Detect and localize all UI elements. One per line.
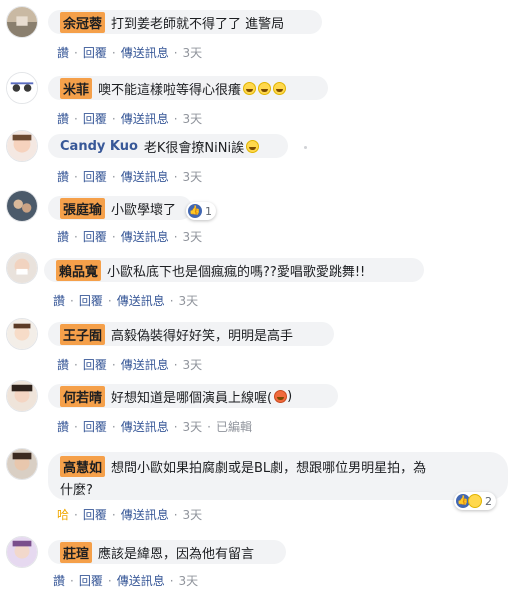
comment-text: 應該是緯恩，因為他有留言 [98, 546, 255, 562]
reaction-badge[interactable]: 👍 2 [454, 492, 496, 510]
like-link[interactable]: 讚 [57, 110, 69, 127]
send-message-link[interactable]: 傳送訊息 [121, 506, 169, 523]
comment-text-continued: 什麼? [60, 482, 93, 498]
reply-link[interactable]: 回覆 [83, 44, 107, 61]
comment-actions: 讚 · 回覆 · 傳送訊息 · 3天 [53, 292, 199, 309]
commenter-name[interactable]: 張庭瑜 [60, 197, 106, 219]
timestamp[interactable]: 3天 [183, 418, 203, 435]
reply-link[interactable]: 回覆 [83, 110, 107, 127]
dot-indicator [304, 146, 307, 149]
like-link[interactable]: 讚 [57, 228, 69, 245]
reply-link[interactable]: 回覆 [83, 418, 107, 435]
send-message-link[interactable]: 傳送訊息 [117, 572, 165, 589]
timestamp[interactable]: 3天 [183, 44, 203, 61]
comment-actions: 讚 · 回覆 · 傳送訊息 · 3天 [57, 228, 203, 245]
avatar[interactable] [6, 72, 38, 104]
commenter-name[interactable]: 高慧如 [60, 455, 106, 477]
reply-link[interactable]: 回覆 [79, 292, 103, 309]
angry-emoji-icon [274, 389, 288, 403]
comment-actions: 讚 · 回覆 · 傳送訊息 · 3天 [57, 356, 203, 373]
avatar[interactable] [6, 536, 38, 568]
send-message-link[interactable]: 傳送訊息 [117, 292, 165, 309]
like-link[interactable]: 讚 [53, 292, 65, 309]
comment-text: 噢不能這樣啦等得心很癢 [98, 82, 242, 98]
send-message-link[interactable]: 傳送訊息 [121, 356, 169, 373]
reaction-count: 1 [205, 204, 212, 218]
comment-bubble: 米菲 噢不能這樣啦等得心很癢 [48, 76, 328, 100]
commenter-name[interactable]: 余冠蓉 [60, 11, 106, 33]
timestamp[interactable]: 3天 [183, 506, 203, 523]
send-message-link[interactable]: 傳送訊息 [121, 418, 169, 435]
reply-link[interactable]: 回覆 [83, 228, 107, 245]
comment-bubble: 高慧如 想問小歐如果拍腐劇或是BL劇，想跟哪位男明星拍，為 什麼? [48, 452, 508, 500]
like-link[interactable]: 讚 [57, 44, 69, 61]
avatar[interactable] [6, 190, 38, 222]
commenter-name[interactable]: 何若晴 [60, 385, 106, 407]
timestamp[interactable]: 3天 [183, 228, 203, 245]
haha-reaction-link[interactable]: 哈 [57, 506, 69, 523]
comment-text: 打到姜老師就不得了了 進警局 [111, 16, 285, 32]
comment-text: 小歐學壞了 [111, 202, 177, 218]
send-message-link[interactable]: 傳送訊息 [121, 228, 169, 245]
avatar[interactable] [6, 318, 38, 350]
reply-link[interactable]: 回覆 [83, 506, 107, 523]
edited-label[interactable]: 已編輯 [216, 418, 252, 435]
reaction-count: 2 [485, 494, 492, 508]
commenter-name[interactable]: 莊瑄 [60, 541, 93, 563]
timestamp[interactable]: 3天 [179, 292, 199, 309]
like-reaction-icon: 👍 [188, 204, 202, 218]
comment-bubble: 王子囿 高毅偽裝得好好笑，明明是高手 [48, 322, 334, 346]
haha-reaction-icon [468, 494, 482, 508]
laughing-emoji-icon [246, 139, 260, 153]
comment-actions: 哈 · 回覆 · 傳送訊息 · 3天 [57, 506, 203, 523]
laughing-emoji-icon [243, 81, 257, 95]
avatar[interactable] [6, 380, 38, 412]
comment-text: 老K很會撩NiNi誒 [143, 140, 245, 156]
send-message-link[interactable]: 傳送訊息 [121, 110, 169, 127]
comment-text: 小歐私底下也是個瘋瘋的嗎??愛唱歌愛跳舞!! [107, 264, 366, 280]
reply-link[interactable]: 回覆 [83, 356, 107, 373]
comment-actions: 讚 · 回覆 · 傳送訊息 · 3天 [57, 110, 203, 127]
timestamp[interactable]: 3天 [183, 356, 203, 373]
like-link[interactable]: 讚 [57, 418, 69, 435]
avatar[interactable] [6, 130, 38, 162]
commenter-name[interactable]: 米菲 [60, 77, 93, 99]
comment-text: 想問小歐如果拍腐劇或是BL劇，想跟哪位男明星拍，為 [111, 460, 427, 476]
comment-text-end: ) [287, 388, 293, 404]
comment-text: 高毅偽裝得好好笑，明明是高手 [111, 328, 294, 344]
timestamp[interactable]: 3天 [183, 110, 203, 127]
reaction-badge[interactable]: 👍 1 [186, 202, 216, 220]
commenter-name[interactable]: 賴品寬 [56, 259, 102, 281]
comment-bubble: 賴品寬 小歐私底下也是個瘋瘋的嗎??愛唱歌愛跳舞!! [44, 258, 424, 282]
commenter-name[interactable]: 王子囿 [60, 323, 106, 345]
laughing-emoji-icon [258, 81, 272, 95]
commenter-name[interactable]: Candy Kuo [60, 139, 138, 154]
reply-link[interactable]: 回覆 [79, 572, 103, 589]
send-message-link[interactable]: 傳送訊息 [121, 44, 169, 61]
avatar[interactable] [6, 6, 38, 38]
comment-text: 好想知道是哪個演員上線喔( [111, 390, 273, 406]
avatar[interactable] [6, 252, 38, 284]
comment-bubble: 莊瑄 應該是緯恩，因為他有留言 [48, 540, 286, 564]
comment-bubble: 張庭瑜 小歐學壞了 [48, 196, 192, 220]
comment-actions: 讚 · 回覆 · 傳送訊息 · 3天 [53, 572, 199, 589]
comment-bubble: 何若晴 好想知道是哪個演員上線喔( ) [48, 384, 338, 408]
comment-bubble: Candy Kuo 老K很會撩NiNi誒 [48, 134, 288, 158]
comment-actions: 讚 · 回覆 · 傳送訊息 · 3天 · 已編輯 [57, 418, 253, 435]
laughing-emoji-icon [273, 81, 287, 95]
comment-actions: 讚 · 回覆 · 傳送訊息 · 3天 [57, 168, 203, 185]
comment-list: 余冠蓉 打到姜老師就不得了了 進警局 讚 · 回覆 · 傳送訊息 · 3天 米菲 噢不… [0, 0, 522, 594]
like-link[interactable]: 讚 [57, 168, 69, 185]
avatar[interactable] [6, 448, 38, 480]
comment-bubble: 余冠蓉 打到姜老師就不得了了 進警局 [48, 10, 322, 34]
timestamp[interactable]: 3天 [183, 168, 203, 185]
timestamp[interactable]: 3天 [179, 572, 199, 589]
send-message-link[interactable]: 傳送訊息 [121, 168, 169, 185]
comment-actions: 讚 · 回覆 · 傳送訊息 · 3天 [57, 44, 203, 61]
like-link[interactable]: 讚 [53, 572, 65, 589]
like-link[interactable]: 讚 [57, 356, 69, 373]
reply-link[interactable]: 回覆 [83, 168, 107, 185]
